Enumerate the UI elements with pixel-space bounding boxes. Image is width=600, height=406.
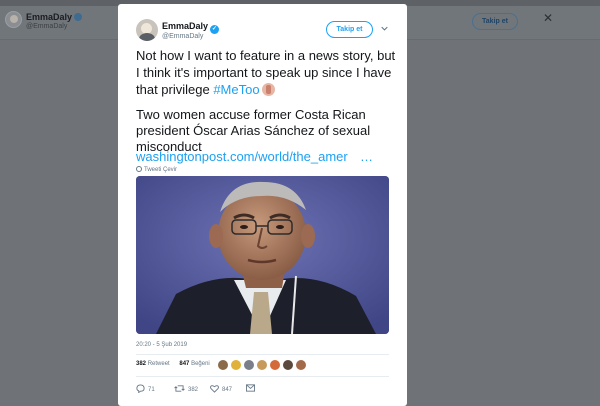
divider: [136, 376, 389, 377]
article-link[interactable]: washingtonpost.com/world/the_amer: [136, 149, 348, 164]
reply-count: 71: [148, 387, 155, 393]
profile-follow-button[interactable]: Takip et: [472, 13, 518, 30]
tweet-headline-text: Two women accuse former Costa Rican pres…: [136, 107, 371, 154]
hashtag-link[interactable]: #MeToo: [213, 82, 259, 97]
heart-icon: [210, 385, 219, 393]
portrait-image: [136, 176, 389, 334]
retweet-button[interactable]: 382: [174, 384, 198, 393]
reply-button[interactable]: 71: [136, 384, 155, 394]
tweet-text: Not how I want to feature in a news stor…: [136, 47, 398, 98]
profile-name[interactable]: EmmaDaly: [26, 12, 83, 22]
close-icon[interactable]: ✕: [543, 11, 553, 25]
profile-handle: @EmmaDaly: [26, 23, 68, 30]
liker-avatar[interactable]: [230, 359, 242, 371]
envelope-icon: [246, 384, 255, 392]
action-like-count: 847: [222, 387, 233, 393]
liker-avatar[interactable]: [243, 359, 255, 371]
retweet-label[interactable]: Retweet: [148, 361, 170, 367]
globe-icon: [136, 166, 142, 172]
retweet-icon: [174, 385, 185, 392]
liker-avatar[interactable]: [256, 359, 268, 371]
follow-button[interactable]: Takip et: [326, 21, 373, 38]
liker-avatar[interactable]: [217, 359, 229, 371]
author-name-text: EmmaDaly: [162, 21, 209, 31]
divider: [136, 354, 389, 355]
liker-avatar[interactable]: [282, 359, 294, 371]
translate-label: Tweeti Çevir: [144, 167, 178, 173]
translate-tweet-link[interactable]: Tweeti Çevir: [136, 166, 177, 173]
verified-badge-icon: ✓: [210, 25, 220, 34]
like-count[interactable]: 847: [179, 361, 189, 367]
profile-avatar[interactable]: [5, 11, 22, 28]
action-retweet-count: 382: [188, 387, 199, 393]
liker-avatar[interactable]: [295, 359, 307, 371]
like-label[interactable]: Beğeni: [191, 361, 210, 367]
verified-badge-icon: [74, 13, 83, 21]
author-handle[interactable]: @EmmaDaly: [162, 33, 203, 40]
retweet-count[interactable]: 382: [136, 361, 146, 367]
link-ellipsis[interactable]: …: [360, 149, 373, 164]
direct-message-button[interactable]: [246, 384, 258, 392]
raised-hand-emoji-icon: [261, 83, 275, 96]
tweet-timestamp[interactable]: 20:20 - 5 Şub 2019: [136, 342, 187, 348]
profile-name-text: EmmaDaly: [26, 12, 73, 22]
tweet-modal: EmmaDaly ✓ @EmmaDaly Takip et Not how I w…: [118, 4, 407, 406]
like-button[interactable]: 847: [210, 384, 232, 393]
liker-avatar[interactable]: [269, 359, 281, 371]
author-avatar[interactable]: [136, 19, 158, 41]
tweet-photo[interactable]: [136, 176, 389, 334]
tweet-stats: 382 Retweet 847 Beğeni: [136, 361, 210, 367]
reply-icon: [136, 384, 145, 394]
chevron-down-icon[interactable]: [381, 25, 388, 32]
